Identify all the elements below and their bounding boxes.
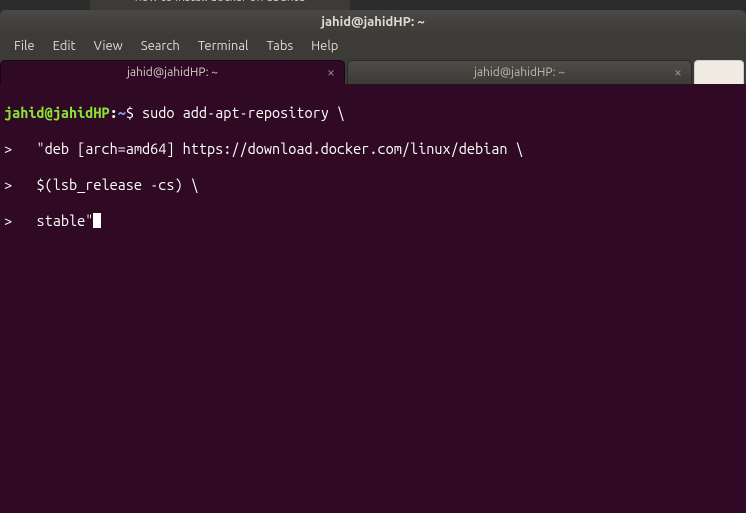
tab-label: jahid@jahidHP: ~ [127,66,218,79]
command-text: sudo add-apt-repository \ [134,104,345,121]
command-text: "deb [arch=amd64] https://download.docke… [12,140,524,157]
window-titlebar: jahid@jahidHP: ~ [0,10,746,34]
continuation-prompt: > [4,140,12,157]
close-icon[interactable]: × [671,65,685,79]
prompt-path: ~ [118,104,126,121]
prompt-colon: : [110,104,118,121]
menu-edit[interactable]: Edit [45,37,84,55]
command-text: $(lsb_release -cs) \ [12,176,199,193]
tabs-bar: jahid@jahidHP: ~ × jahid@jahidHP: ~ × [0,58,746,84]
continuation-prompt: > [4,176,12,193]
menu-view[interactable]: View [86,37,131,55]
menu-tabs[interactable]: Tabs [258,37,301,55]
terminal-line-2: > "deb [arch=amd64] https://download.doc… [4,140,742,158]
background-tab-label: how to install docker on ubuntu [135,0,305,4]
tab-label: jahid@jahidHP: ~ [474,66,565,79]
terminal-viewport[interactable]: jahid@jahidHP:~$ sudo add-apt-repository… [0,84,746,513]
terminal-tab-2[interactable]: jahid@jahidHP: ~ × [347,60,692,84]
menu-terminal[interactable]: Terminal [190,37,257,55]
command-text: stable" [12,212,93,229]
cursor-block [93,213,101,228]
window-title: jahid@jahidHP: ~ [321,15,424,29]
menu-file[interactable]: File [6,37,43,55]
prompt-userhost: jahid@jahidHP [4,104,110,121]
terminal-tab-1[interactable]: jahid@jahidHP: ~ × [0,60,345,84]
continuation-prompt: > [4,212,12,229]
prompt-symbol: $ [126,104,134,121]
close-icon[interactable]: × [324,65,338,79]
new-tab-area[interactable] [694,60,744,84]
terminal-line-1: jahid@jahidHP:~$ sudo add-apt-repository… [4,104,742,122]
terminal-line-3: > $(lsb_release -cs) \ [4,176,742,194]
menu-bar: File Edit View Search Terminal Tabs Help [0,34,746,58]
terminal-line-4: > stable" [4,212,742,230]
menu-help[interactable]: Help [303,37,346,55]
menu-search[interactable]: Search [133,37,188,55]
